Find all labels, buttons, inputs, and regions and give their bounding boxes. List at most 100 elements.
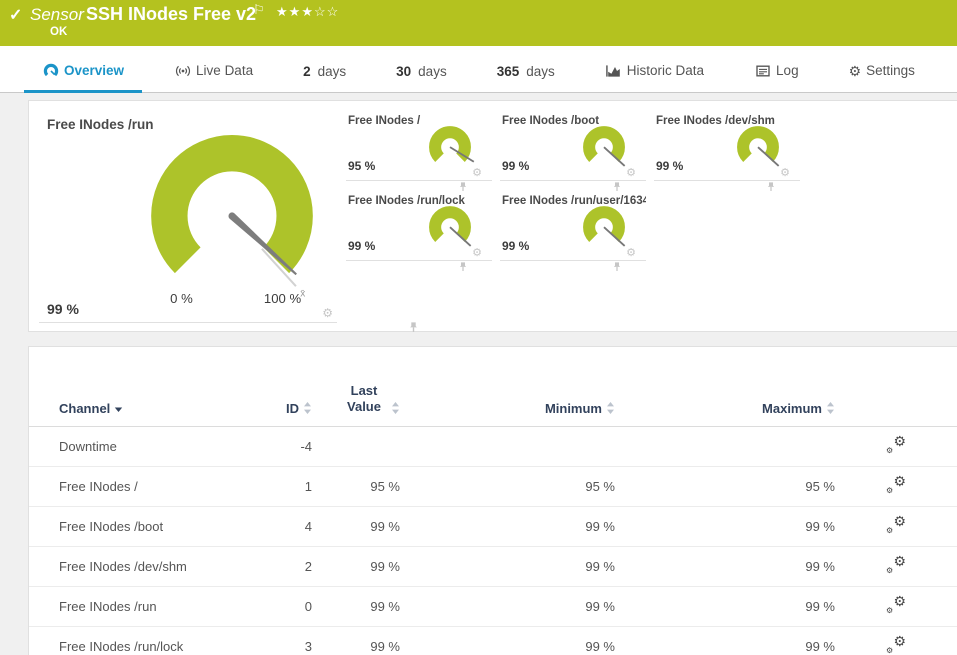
secondary-gauges: Free INodes / 95 % ⚙ Free INodes /boot 9… <box>346 109 957 271</box>
channel-tile-free-inodes-dev-shm[interactable]: Free INodes /dev/shm 99 % ⚙ <box>654 109 800 191</box>
channel-tile-free-inodes-run-user-16342[interactable]: Free INodes /run/user/16342... 99 % ⚙ <box>500 189 646 271</box>
gear-icon[interactable]: ⚙ <box>472 248 482 259</box>
channel-settings-icon[interactable]: ⚙ ⚙ <box>886 514 906 535</box>
primary-gauge: x̄0 % 100 % <box>151 135 313 306</box>
sensor-title: SSH INodes Free v2 <box>86 4 257 24</box>
channel-tile-free-inodes-run-lock[interactable]: Free INodes /run/lock 99 % ⚙ <box>346 189 492 271</box>
channel-row: Free INodes / 1 95 % 95 % 95 % ⚙ ⚙ <box>29 466 957 507</box>
pin-icon[interactable] <box>766 181 776 192</box>
channel-id: 1 <box>254 466 312 507</box>
channel-name: Free INodes /run <box>29 586 254 627</box>
sorted-desc-icon <box>114 405 123 416</box>
channel-id: -4 <box>254 426 312 467</box>
gear-icon[interactable]: ⚙ <box>472 168 482 179</box>
channel-maximum <box>615 426 835 467</box>
channel-settings-icon[interactable]: ⚙ ⚙ <box>886 554 906 575</box>
channel-gauge <box>737 126 780 167</box>
gear-icon[interactable]: ⚙ <box>322 307 333 319</box>
channel-settings-icon[interactable]: ⚙ ⚙ <box>886 634 906 655</box>
priority-stars[interactable]: ★★★☆☆ <box>276 4 339 20</box>
channel-tile-free-inodes-boot[interactable]: Free INodes /boot 99 % ⚙ <box>500 109 646 191</box>
channel-id: 0 <box>254 586 312 627</box>
channel-maximum: 99 % <box>615 586 835 627</box>
pin-icon[interactable] <box>612 261 622 272</box>
tab-number: 2 <box>303 64 311 79</box>
channel-minimum: 95 % <box>400 466 615 507</box>
tab-label: Settings <box>866 63 915 78</box>
channel-last-value: 99 % <box>312 626 400 655</box>
chart-icon <box>605 62 622 79</box>
channel-row: Downtime -4 ⚙ ⚙ <box>29 426 957 467</box>
tab-label: days <box>418 64 447 79</box>
gear-icon: ⚙ <box>848 62 862 79</box>
channel-last-value: 95 % <box>312 466 400 507</box>
channel-last-value: 99 % <box>312 506 400 547</box>
channel-tile-free-inodes[interactable]: Free INodes / 95 % ⚙ <box>346 109 492 191</box>
tab-bar: Overview Live Data 2 days 30 days 365 da… <box>0 46 957 93</box>
channel-minimum: 99 % <box>400 586 615 627</box>
channel-settings-icon[interactable]: ⚙ ⚙ <box>886 434 906 455</box>
gear-icon[interactable]: ⚙ <box>780 168 790 179</box>
channel-gauge <box>583 206 626 247</box>
channel-table-body: Downtime -4 ⚙ ⚙ Free INodes / 1 95 % 95 %… <box>29 426 957 655</box>
channel-gauge <box>583 126 626 167</box>
channel-gauge <box>429 206 472 247</box>
tab-log[interactable]: Log <box>736 62 817 93</box>
flag-icon: ⚐ <box>253 2 265 17</box>
tab-number: 365 <box>496 64 520 79</box>
channel-tile-value: 99 % <box>502 159 530 173</box>
sortable-icon <box>303 401 312 416</box>
tab-label: Live Data <box>196 63 254 78</box>
tab-2-days[interactable]: 2 days <box>285 64 364 93</box>
tab-30-days[interactable]: 30 days <box>378 64 465 93</box>
pin-icon[interactable] <box>408 321 419 333</box>
gauge-icon <box>42 62 59 79</box>
tab-365-days[interactable]: 365 days <box>479 64 573 93</box>
channel-row: Free INodes /run 0 99 % 99 % 99 % ⚙ ⚙ <box>29 586 957 627</box>
sort-header-last-value[interactable]: Last Value <box>341 383 400 416</box>
overview-panel: Free INodes /run x̄ 0 % 100 % 99 % ⚙ Free … <box>28 100 957 332</box>
check-icon: ✓ <box>9 7 23 24</box>
channel-maximum: 99 % <box>615 626 835 655</box>
channel-maximum: 99 % <box>615 546 835 587</box>
channel-id: 2 <box>254 546 312 587</box>
sort-header-maximum[interactable]: Maximum <box>762 401 835 416</box>
sort-header-id[interactable]: ID <box>286 401 312 416</box>
tab-label: Log <box>776 63 799 78</box>
tab-settings[interactable]: ⚙ Settings <box>831 62 933 93</box>
channel-tile-value: 99 % <box>656 159 684 173</box>
channel-row: Free INodes /boot 4 99 % 99 % 99 % ⚙ ⚙ <box>29 506 957 547</box>
channel-name: Free INodes /boot <box>29 506 254 547</box>
sort-header-minimum[interactable]: Minimum <box>545 401 615 416</box>
tab-historic-data[interactable]: Historic Data <box>587 62 722 93</box>
channel-table-panel: Channel ID Last Value Minimum Maximum Do… <box>28 346 957 655</box>
channel-last-value: 99 % <box>312 586 400 627</box>
tab-label: Overview <box>64 63 125 78</box>
channel-name: Free INodes /dev/shm <box>29 546 254 587</box>
sensor-header: ✓ Sensor SSH INodes Free v2 ⚐ ★★★☆☆ OK <box>0 0 957 46</box>
svg-text:100 %: 100 % <box>264 291 302 306</box>
channel-settings-icon[interactable]: ⚙ ⚙ <box>886 594 906 615</box>
channel-id: 4 <box>254 506 312 547</box>
tab-overview[interactable]: Overview <box>24 62 143 93</box>
tab-label: days <box>317 64 347 79</box>
status-badge: OK <box>50 26 68 38</box>
channel-gauge <box>429 126 475 163</box>
tab-live-data[interactable]: Live Data <box>156 62 271 93</box>
object-kind-label: Sensor <box>30 5 84 24</box>
channel-minimum: 99 % <box>400 626 615 655</box>
primary-channel-value: 99 % <box>47 301 79 317</box>
channel-table: Channel ID Last Value Minimum Maximum Do… <box>29 347 957 655</box>
channel-tile-value: 95 % <box>348 159 376 173</box>
channel-settings-icon[interactable]: ⚙ ⚙ <box>886 474 906 495</box>
gear-icon[interactable]: ⚙ <box>626 248 636 259</box>
channel-row: Free INodes /run/lock 3 99 % 99 % 99 % ⚙… <box>29 626 957 655</box>
pin-icon[interactable] <box>458 261 468 272</box>
gear-icon[interactable]: ⚙ <box>626 168 636 179</box>
channel-maximum: 99 % <box>615 506 835 547</box>
sort-header-channel[interactable]: Channel <box>59 401 123 416</box>
channel-last-value <box>312 426 400 467</box>
sortable-icon <box>826 401 835 416</box>
svg-text:0 %: 0 % <box>170 291 193 306</box>
sortable-icon <box>391 401 400 416</box>
